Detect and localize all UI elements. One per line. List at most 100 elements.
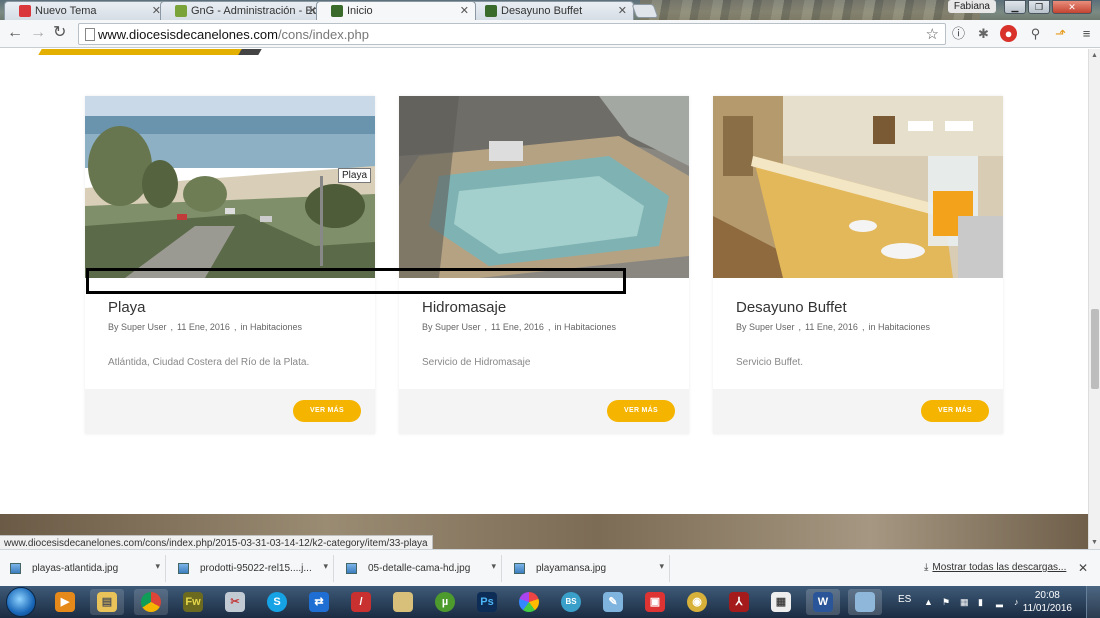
acrobat-taskbar-button[interactable]: ⅄ [722,589,756,615]
grid-app-taskbar-button[interactable]: ▦ [764,589,798,615]
card-title[interactable]: Hidromasaje [422,299,506,316]
card-category[interactable]: in Habitaciones [240,322,302,332]
page-scrollbar[interactable]: ▲ ▼ [1088,49,1100,549]
app-taskbar-button[interactable]: / [344,589,378,615]
buffet-photo[interactable] [713,96,1003,278]
card-description: Atlántida, Ciudad Costera del Río de la … [108,357,310,368]
chrome-taskbar-button[interactable] [134,589,168,615]
forward-button[interactable]: → [30,25,46,41]
teamviewer-taskbar-button[interactable]: ⇄ [302,589,336,615]
show-desktop-button[interactable] [1086,586,1100,618]
card-category[interactable]: in Habitaciones [868,322,930,332]
file-explorer-taskbar-button[interactable]: ▤ [90,589,124,615]
tab-title: Nuevo Tema [35,5,97,17]
tab-inicio[interactable]: Inicio ✕ [316,1,476,20]
action-center-flag-icon[interactable]: ⚑ [942,597,952,607]
close-icon[interactable]: ✕ [460,4,469,17]
back-button[interactable]: ← [7,25,23,41]
profile-name[interactable]: Fabiana [947,0,996,13]
start-button[interactable] [6,587,36,617]
close-icon[interactable]: ✕ [1078,561,1088,575]
reload-button[interactable]: ↻ [53,25,66,41]
item-card-playa: Playa Playa By Super User, 11 Ene, 2016, i… [85,96,375,434]
ver-mas-button[interactable]: VER MÁS [921,400,989,422]
card-title[interactable]: Playa [108,299,146,316]
media-player-taskbar-button[interactable]: ▶ [48,589,82,615]
download-item[interactable]: playamansa.jpg ▾ [504,555,670,582]
card-description: Servicio Buffet. [736,357,804,368]
bookmark-star-icon[interactable]: ☆ [926,25,939,43]
folder-taskbar-button[interactable] [386,589,420,615]
language-indicator[interactable]: ES [898,594,911,605]
app-taskbar-button[interactable]: BS [554,589,588,615]
scroll-up-arrow-icon[interactable]: ▲ [1091,52,1098,59]
jacuzzi-photo[interactable] [399,96,689,278]
menu-icon[interactable]: ≡ [1078,25,1095,42]
card-date: 11 Ene, 2016 [491,322,544,332]
signal-icon[interactable]: ▂ [996,597,1006,607]
network-icon[interactable]: ▦ [960,597,970,607]
card-author: By Super User [422,322,481,332]
image-tooltip: Playa [337,168,371,183]
chevron-down-icon[interactable]: ▾ [323,561,328,572]
show-hidden-icons-icon[interactable]: ▲ [924,597,934,607]
chevron-down-icon[interactable]: ▾ [659,561,664,572]
beach-photo[interactable]: Playa [85,96,375,278]
header-accent-strip [38,49,262,55]
skype-taskbar-button[interactable]: S [260,589,294,615]
tab-gng-administracion[interactable]: GnG - Administración - Ed ✕ [160,1,324,20]
show-all-downloads-link[interactable]: ⤓ Mostrar todas las descargas... [924,562,1066,573]
chevron-down-icon[interactable]: ▾ [155,561,160,572]
clock-time: 20:08 [1034,590,1060,601]
maximize-button[interactable]: ❐ [1028,0,1050,14]
tab-title: GnG - Administración - Ed [191,5,319,17]
puzzle-extension-icon[interactable]: ✱ [975,25,992,42]
card-description: Servicio de Hidromasaje [422,357,531,368]
image-file-icon [178,563,189,574]
adblock-icon[interactable]: ● [1000,25,1017,42]
card-footer: VER MÁS [399,389,689,434]
card-author: By Super User [736,322,795,332]
url-text: www.diocesisdecanelones.com/cons/index.p… [98,27,370,42]
picasa-taskbar-button[interactable] [512,589,546,615]
tab-desayuno-buffet[interactable]: Desayuno Buffet ✕ [470,1,634,20]
card-category[interactable]: in Habitaciones [554,322,616,332]
shortcut-extension-icon[interactable]: ⬏ [1052,25,1069,42]
utorrent-taskbar-button[interactable]: µ [428,589,462,615]
browser-toolbar: ← → ↻ www.diocesisdecanelones.com/cons/i… [0,20,1100,48]
tab-favicon [19,5,31,17]
download-item[interactable]: prodotti-95022-rel15....j... ▾ [168,555,334,582]
new-tab-button[interactable] [631,4,659,18]
minimize-button[interactable]: ▁ [1004,0,1026,14]
info-extension-icon[interactable]: ⓘ [950,25,967,42]
eyedropper-extension-icon[interactable]: ⚲ [1027,25,1044,42]
clock[interactable]: 20:08 11/01/2016 [1023,589,1072,615]
fireworks-taskbar-button[interactable]: Fw [176,589,210,615]
tab-title: Inicio [347,5,373,17]
word-taskbar-button[interactable]: W [806,589,840,615]
chevron-down-icon[interactable]: ▾ [491,561,496,572]
app-taskbar-button[interactable]: ▣ [638,589,672,615]
card-meta: By Super User, 11 Ene, 2016, in Habitacion… [422,322,616,332]
card-footer: VER MÁS [85,389,375,434]
scrollbar-thumb[interactable] [1091,309,1099,389]
app-taskbar-button[interactable]: ◉ [680,589,714,615]
snipping-tool-taskbar-button[interactable]: ✂ [218,589,252,615]
app-taskbar-button[interactable] [848,589,882,615]
paint-taskbar-button[interactable]: ✎ [596,589,630,615]
close-window-button[interactable]: ✕ [1052,0,1092,14]
power-icon[interactable]: ▮ [978,597,988,607]
scroll-down-arrow-icon[interactable]: ▼ [1091,539,1098,546]
tab-nuevo-tema[interactable]: Nuevo Tema ✕ [4,1,168,20]
ver-mas-button[interactable]: VER MÁS [293,400,361,422]
card-date: 11 Ene, 2016 [177,322,230,332]
download-item[interactable]: playas-atlantida.jpg ▾ [0,555,166,582]
card-title[interactable]: Desayuno Buffet [736,299,847,316]
download-item[interactable]: 05-detalle-cama-hd.jpg ▾ [336,555,502,582]
ver-mas-button[interactable]: VER MÁS [607,400,675,422]
item-card-hidromasaje: Hidromasaje By Super User, 11 Ene, 2016, i… [399,96,689,434]
photoshop-taskbar-button[interactable]: Ps [470,589,504,615]
tab-strip: Nuevo Tema ✕ GnG - Administración - Ed ✕… [0,0,1100,20]
close-icon[interactable]: ✕ [618,4,627,17]
address-bar[interactable]: www.diocesisdecanelones.com/cons/index.p… [78,23,946,45]
